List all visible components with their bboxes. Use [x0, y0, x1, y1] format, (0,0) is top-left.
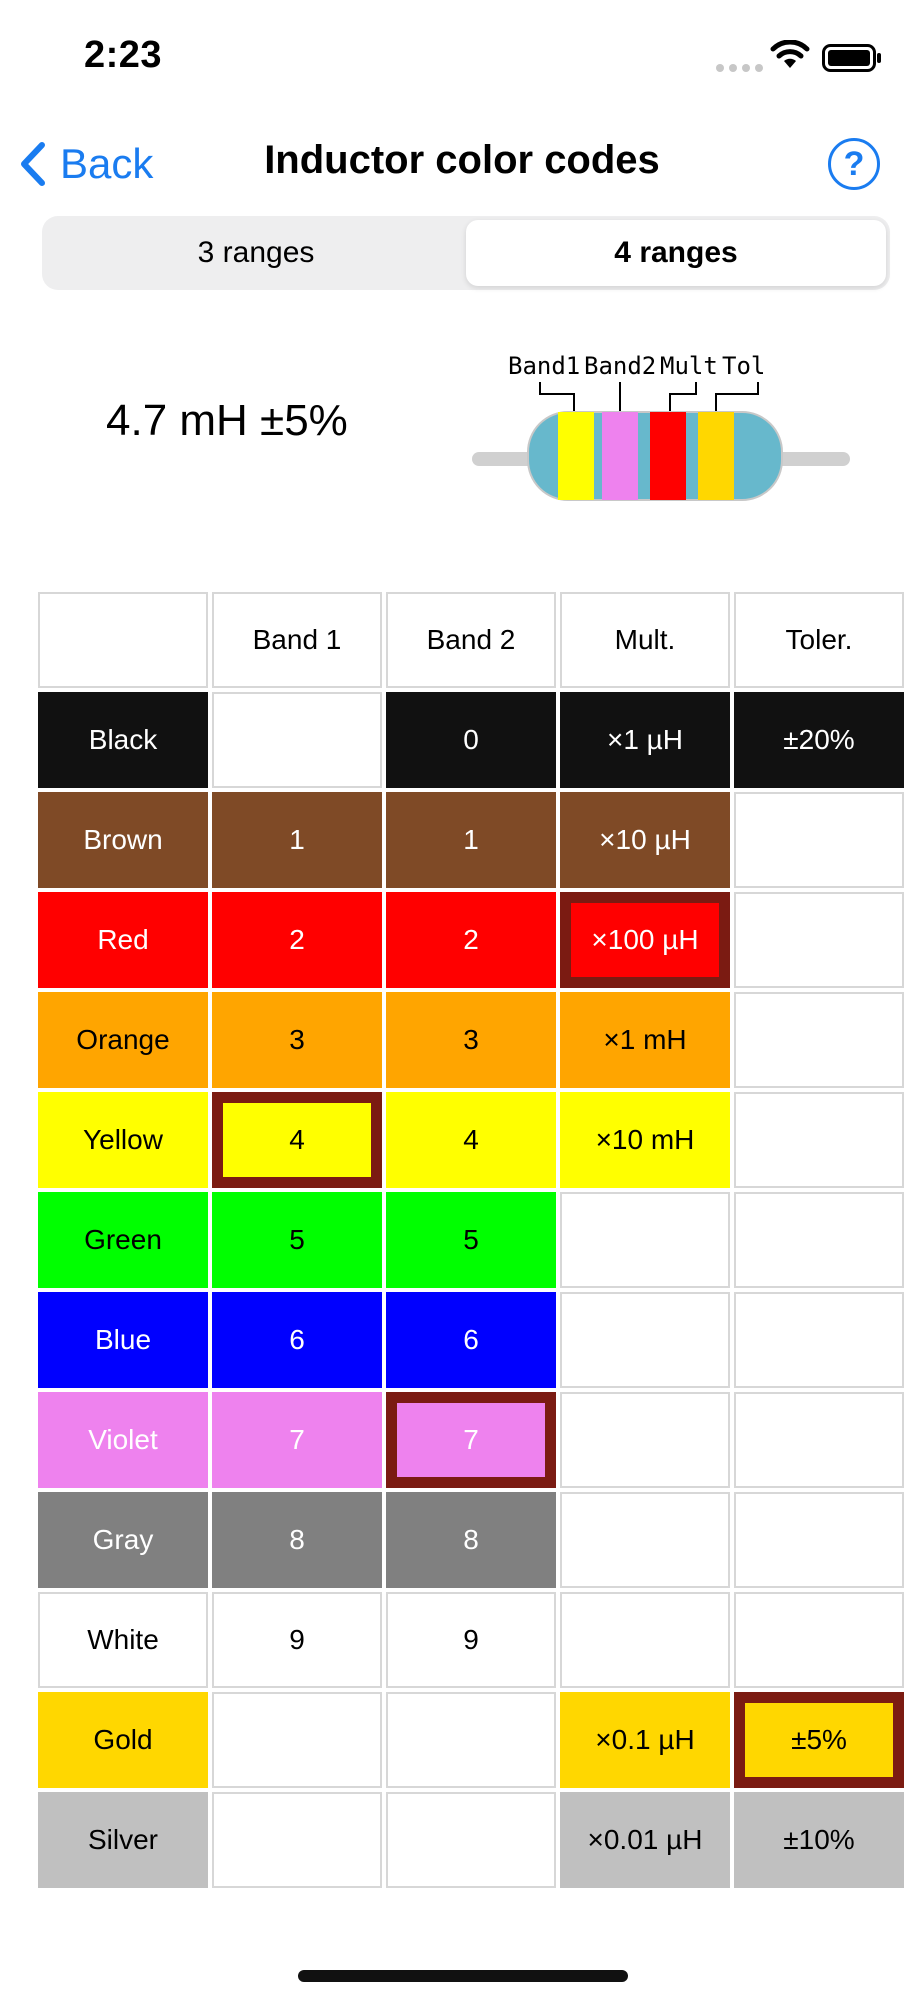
band1-cell-yellow[interactable]: 4	[212, 1092, 382, 1188]
band1-label: Band1	[508, 352, 580, 380]
tol-cell-white	[734, 1592, 904, 1688]
band1-cell-orange[interactable]: 3	[212, 992, 382, 1088]
band2-cell-white[interactable]: 9	[386, 1592, 556, 1688]
band2-cell-silver	[386, 1792, 556, 1888]
color-name-black: Black	[38, 692, 208, 788]
battery-icon	[822, 44, 881, 72]
tol-stripe	[698, 412, 734, 500]
status-time: 2:23	[84, 34, 163, 76]
mult-cell-blue	[560, 1292, 730, 1388]
band1-cell-gray[interactable]: 8	[212, 1492, 382, 1588]
mult-stripe	[650, 412, 686, 500]
band1-cell-black	[212, 692, 382, 788]
header-band-2: Band 2	[386, 592, 556, 688]
mult-cell-orange[interactable]: ×1 mH	[560, 992, 730, 1088]
mult-label: Mult	[660, 352, 718, 380]
color-name-violet: Violet	[38, 1392, 208, 1488]
mult-cell-yellow[interactable]: ×10 mH	[560, 1092, 730, 1188]
cellular-signal-icon	[716, 64, 763, 72]
inductance-value: 4.7 mH ±5%	[106, 396, 348, 445]
band2-cell-green[interactable]: 5	[386, 1192, 556, 1288]
range-segmented-control: 3 ranges 4 ranges	[42, 216, 890, 290]
color-code-table: Band 1 Band 2 Mult. Toler. Black 0 ×1 µH ±20% Br…	[38, 592, 904, 1888]
tol-cell-black[interactable]: ±20%	[734, 692, 904, 788]
header-toler: Toler.	[734, 592, 904, 688]
color-name-silver: Silver	[38, 1792, 208, 1888]
mult-cell-silver[interactable]: ×0.01 µH	[560, 1792, 730, 1888]
tol-cell-brown	[734, 792, 904, 888]
header-band-1: Band 1	[212, 592, 382, 688]
tol-cell-gold[interactable]: ±5%	[734, 1692, 904, 1788]
band1-cell-red[interactable]: 2	[212, 892, 382, 988]
color-name-brown: Brown	[38, 792, 208, 888]
mult-cell-green	[560, 1192, 730, 1288]
mult-cell-gold[interactable]: ×0.1 µH	[560, 1692, 730, 1788]
color-name-red: Red	[38, 892, 208, 988]
band2-cell-violet[interactable]: 7	[386, 1392, 556, 1488]
band1-cell-blue[interactable]: 6	[212, 1292, 382, 1388]
wifi-icon	[770, 40, 810, 68]
color-name-gold: Gold	[38, 1692, 208, 1788]
mult-cell-brown[interactable]: ×10 µH	[560, 792, 730, 888]
mult-cell-red[interactable]: ×100 µH	[560, 892, 730, 988]
header-empty	[38, 592, 208, 688]
band2-cell-brown[interactable]: 1	[386, 792, 556, 888]
band1-cell-silver	[212, 1792, 382, 1888]
band2-cell-gray[interactable]: 8	[386, 1492, 556, 1588]
color-name-blue: Blue	[38, 1292, 208, 1388]
band1-cell-gold	[212, 1692, 382, 1788]
segment-3-ranges[interactable]: 3 ranges	[46, 220, 466, 286]
mult-cell-black[interactable]: ×1 µH	[560, 692, 730, 788]
tol-cell-green	[734, 1192, 904, 1288]
band1-cell-green[interactable]: 5	[212, 1192, 382, 1288]
mult-cell-violet	[560, 1392, 730, 1488]
color-name-white: White	[38, 1592, 208, 1688]
page-title: Inductor color codes	[264, 138, 660, 182]
tol-cell-orange	[734, 992, 904, 1088]
band2-cell-blue[interactable]: 6	[386, 1292, 556, 1388]
color-name-green: Green	[38, 1192, 208, 1288]
tol-cell-violet	[734, 1392, 904, 1488]
band1-cell-violet[interactable]: 7	[212, 1392, 382, 1488]
band2-stripe	[602, 412, 638, 500]
band2-cell-yellow[interactable]: 4	[386, 1092, 556, 1188]
band2-cell-red[interactable]: 2	[386, 892, 556, 988]
tol-cell-red	[734, 892, 904, 988]
mult-cell-white	[560, 1592, 730, 1688]
band2-label: Band2	[584, 352, 656, 380]
band1-stripe	[558, 412, 594, 500]
help-button[interactable]: ?	[828, 138, 880, 190]
mult-cell-gray	[560, 1492, 730, 1588]
tol-cell-yellow	[734, 1092, 904, 1188]
band1-cell-white[interactable]: 9	[212, 1592, 382, 1688]
tol-cell-gray	[734, 1492, 904, 1588]
color-name-orange: Orange	[38, 992, 208, 1088]
band2-cell-orange[interactable]: 3	[386, 992, 556, 1088]
color-name-yellow: Yellow	[38, 1092, 208, 1188]
home-indicator	[298, 1970, 628, 1982]
inductor-diagram: Band1 Band2 Mult Tol	[472, 352, 850, 501]
header-mult: Mult.	[560, 592, 730, 688]
band2-cell-black[interactable]: 0	[386, 692, 556, 788]
tol-cell-silver[interactable]: ±10%	[734, 1792, 904, 1888]
color-name-gray: Gray	[38, 1492, 208, 1588]
segment-4-ranges[interactable]: 4 ranges	[466, 220, 886, 286]
band1-cell-brown[interactable]: 1	[212, 792, 382, 888]
tol-label: Tol	[722, 352, 765, 380]
tol-cell-blue	[734, 1292, 904, 1388]
band2-cell-gold	[386, 1692, 556, 1788]
